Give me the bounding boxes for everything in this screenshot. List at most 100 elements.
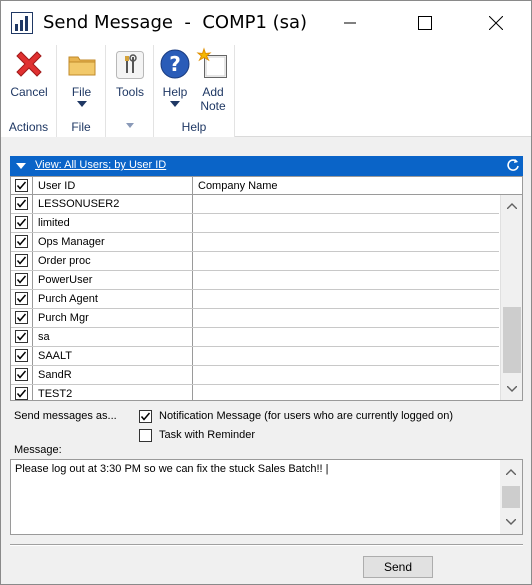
view-selector-link[interactable]: View: All Users; by User ID (35, 159, 166, 171)
message-scroll-thumb[interactable] (502, 486, 520, 508)
user-id-cell[interactable]: Order proc (33, 252, 193, 270)
company-name-cell[interactable] (193, 214, 499, 232)
company-name-cell[interactable] (193, 347, 499, 365)
help-button[interactable]: ? Help (157, 47, 193, 107)
row-select-cell (11, 233, 33, 251)
add-note-label-line1: Add (202, 85, 224, 99)
company-name-cell[interactable] (193, 271, 499, 289)
row-select-checkbox[interactable] (15, 368, 28, 381)
footer-divider (10, 544, 523, 546)
row-select-checkbox[interactable] (15, 330, 28, 343)
notification-checkbox[interactable] (139, 410, 152, 423)
table-row[interactable]: LESSONUSER2 (11, 195, 499, 214)
user-id-cell[interactable]: TEST2 (33, 385, 193, 400)
row-select-checkbox[interactable] (15, 292, 28, 305)
column-header-company-name[interactable]: Company Name (193, 177, 522, 195)
task-reminder-checkbox[interactable] (139, 429, 152, 442)
row-select-checkbox[interactable] (15, 254, 28, 267)
row-select-checkbox[interactable] (15, 235, 28, 248)
table-row[interactable]: PowerUser (11, 271, 499, 290)
task-reminder-label: Task with Reminder (159, 429, 255, 441)
company-name-cell[interactable] (193, 328, 499, 346)
chevron-down-icon (125, 123, 134, 128)
company-name-cell[interactable] (193, 385, 499, 400)
message-label: Message: (14, 444, 62, 456)
refresh-icon[interactable] (506, 158, 520, 172)
row-select-cell (11, 309, 33, 327)
company-name-cell[interactable] (193, 252, 499, 270)
company-name-cell[interactable] (193, 366, 499, 384)
grid-scroll-thumb[interactable] (503, 307, 521, 373)
maximize-icon (418, 16, 432, 30)
table-row[interactable]: Purch Agent (11, 290, 499, 309)
checkmark-icon (16, 275, 27, 284)
scroll-down-icon[interactable] (507, 386, 517, 392)
company-name-cell[interactable] (193, 195, 499, 213)
checkmark-icon (16, 237, 27, 246)
checkmark-icon (16, 256, 27, 265)
title-bar: Send Message - COMP1 (sa) (1, 1, 531, 45)
scroll-up-icon[interactable] (506, 469, 516, 475)
scroll-down-icon[interactable] (506, 519, 516, 525)
row-select-checkbox[interactable] (15, 387, 28, 400)
task-option[interactable]: Task with Reminder (139, 429, 279, 443)
user-id-cell[interactable]: PowerUser (33, 271, 193, 289)
grid-vertical-scrollbar[interactable] (500, 195, 522, 400)
row-select-cell (11, 328, 33, 346)
row-select-cell (11, 385, 33, 400)
row-select-checkbox[interactable] (15, 311, 28, 324)
table-row[interactable]: limited (11, 214, 499, 233)
send-button[interactable]: Send (363, 556, 433, 578)
maximize-button[interactable] (402, 1, 448, 45)
table-row[interactable]: Ops Manager (11, 233, 499, 252)
user-id-cell[interactable]: sa (33, 328, 193, 346)
scroll-up-icon[interactable] (507, 203, 517, 209)
row-select-checkbox[interactable] (15, 349, 28, 362)
company-name-cell[interactable] (193, 290, 499, 308)
table-row[interactable]: sa (11, 328, 499, 347)
message-text: Please log out at 3:30 PM so we can fix … (15, 463, 329, 475)
checkmark-icon (16, 389, 27, 398)
row-select-checkbox[interactable] (15, 273, 28, 286)
tools-group-expander[interactable] (106, 117, 153, 131)
app-chart-icon (11, 12, 33, 34)
ribbon: Cancel Actions File File Tools ? Help Ad… (1, 45, 531, 137)
user-id-cell[interactable]: SAALT (33, 347, 193, 365)
checkmark-icon (16, 218, 27, 227)
select-all-checkbox[interactable] (15, 179, 28, 192)
users-grid: User ID Company Name LESSONUSER2 limited O… (10, 176, 523, 401)
user-id-cell[interactable]: limited (33, 214, 193, 232)
message-textarea[interactable]: Please log out at 3:30 PM so we can fix … (10, 459, 523, 535)
cancel-button[interactable]: Cancel (4, 47, 54, 99)
close-icon (489, 16, 503, 30)
grid-rows: LESSONUSER2 limited Ops Manager Order proc P… (11, 195, 499, 400)
table-row[interactable]: SAALT (11, 347, 499, 366)
user-id-cell[interactable]: Purch Agent (33, 290, 193, 308)
add-note-button[interactable]: Add Note (194, 47, 232, 113)
minimize-button[interactable] (327, 1, 373, 45)
file-button[interactable]: File (59, 47, 104, 107)
user-id-cell[interactable]: SandR (33, 366, 193, 384)
column-header-user-id[interactable]: User ID (33, 177, 193, 195)
row-select-checkbox[interactable] (15, 197, 28, 210)
user-id-cell[interactable]: Purch Mgr (33, 309, 193, 327)
window-title: Send Message - COMP1 (sa) (43, 12, 308, 33)
help-dropdown-arrow-icon (170, 101, 180, 107)
close-button[interactable] (473, 1, 519, 45)
table-row[interactable]: SandR (11, 366, 499, 385)
svg-text:?: ? (169, 52, 181, 76)
row-select-checkbox[interactable] (15, 216, 28, 229)
notification-option[interactable]: Notification Message (for users who are … (139, 410, 459, 424)
add-note-label-line2: Note (200, 99, 226, 113)
message-scrollbar[interactable] (500, 460, 522, 534)
table-row[interactable]: Order proc (11, 252, 499, 271)
group-label-help: Help (181, 120, 207, 134)
table-row[interactable]: TEST2 (11, 385, 499, 400)
view-dropdown-icon[interactable] (16, 163, 26, 169)
company-name-cell[interactable] (193, 309, 499, 327)
user-id-cell[interactable]: Ops Manager (33, 233, 193, 251)
tools-button[interactable]: Tools (108, 47, 152, 99)
table-row[interactable]: Purch Mgr (11, 309, 499, 328)
user-id-cell[interactable]: LESSONUSER2 (33, 195, 193, 213)
company-name-cell[interactable] (193, 233, 499, 251)
